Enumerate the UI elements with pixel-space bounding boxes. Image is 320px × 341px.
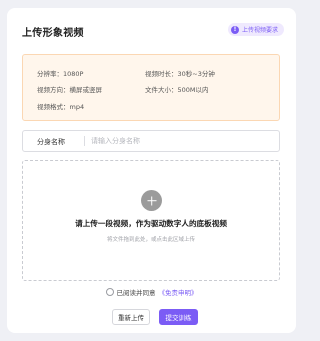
video-spec-box: 分辨率：1080P 视频时长：30秒~3分钟 视频方向：横屏或竖屏 文件大小：5…	[22, 54, 280, 121]
avatar-name-label: 分身名称	[37, 138, 65, 146]
spec-duration: 视频时长：30秒~3分钟	[145, 70, 215, 78]
info-icon: !	[230, 25, 239, 34]
plus-icon[interactable]	[141, 190, 162, 211]
upload-title: 请上传一段视频，作为驱动数字人的底板视频	[75, 219, 227, 228]
video-requirements-label: 上传视频要求	[241, 27, 278, 34]
disclaimer-link[interactable]: 《免责申明》	[159, 287, 198, 297]
agreement-checkbox[interactable]	[105, 288, 114, 296]
agreement-row: 已阅读并同意 《免责申明》	[7, 287, 296, 297]
reupload-button[interactable]: 重新上传	[112, 309, 150, 325]
video-requirements-button[interactable]: ! 上传视频要求	[227, 23, 284, 36]
avatar-name-input[interactable]	[91, 134, 271, 148]
upload-hint: 将文件拖到此处，或点击此区域上传	[106, 237, 195, 243]
agreement-text: 已阅读并同意	[116, 289, 156, 297]
spec-file-size: 文件大小：500M以内	[145, 86, 209, 94]
upload-video-panel: 上传形象视频 ! 上传视频要求 分辨率：1080P 视频时长：30秒~3分钟 视…	[7, 8, 296, 333]
page-title: 上传形象视频	[22, 28, 84, 39]
submit-training-button[interactable]: 提交训练	[159, 309, 198, 325]
avatar-name-field: 分身名称	[22, 130, 280, 152]
spec-orientation: 视频方向：横屏或竖屏	[37, 86, 102, 94]
field-divider	[84, 136, 85, 146]
spec-format: 视频格式：mp4	[37, 103, 85, 111]
spec-resolution: 分辨率：1080P	[37, 70, 84, 78]
video-upload-dropzone[interactable]: 请上传一段视频，作为驱动数字人的底板视频 将文件拖到此处，或点击此区域上传	[22, 160, 280, 281]
